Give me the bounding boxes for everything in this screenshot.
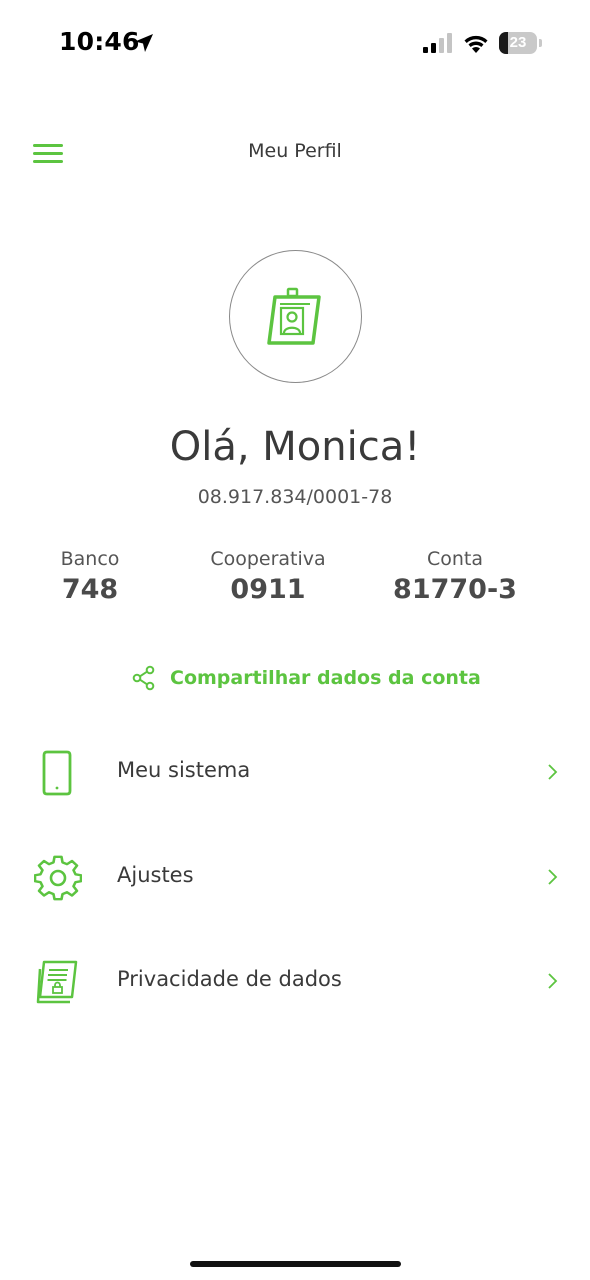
chevron-right-icon <box>548 973 558 989</box>
account-cooperativa: Cooperativa 0911 <box>198 548 338 605</box>
cooperativa-label: Cooperativa <box>210 548 326 570</box>
menu-item-label: Meu sistema <box>117 758 251 782</box>
account-conta: Conta 81770-3 <box>385 548 525 605</box>
home-indicator[interactable] <box>190 1261 401 1267</box>
status-bar: 10:46 23 <box>0 0 590 90</box>
location-arrow-icon <box>135 34 153 52</box>
account-banco: Banco 748 <box>40 548 140 605</box>
conta-value: 81770-3 <box>393 574 517 605</box>
menu-item-privacidade[interactable]: Privacidade de dados <box>0 945 590 1015</box>
battery-level: 23 <box>509 34 527 51</box>
menu-item-meu-sistema[interactable]: Meu sistema <box>0 736 590 806</box>
menu-item-label: Ajustes <box>117 863 194 887</box>
chevron-right-icon <box>548 764 558 780</box>
smartphone-icon <box>42 750 72 796</box>
banco-value: 748 <box>61 574 119 605</box>
document-number: 08.917.834/0001-78 <box>197 486 393 508</box>
page-title: Meu Perfil <box>248 140 342 162</box>
share-account-data-button[interactable]: Compartilhar dados da conta <box>131 662 481 694</box>
wifi-icon <box>464 35 488 53</box>
banco-label: Banco <box>60 548 120 570</box>
signal-icon <box>423 33 452 53</box>
avatar <box>229 250 362 383</box>
share-account-data-label: Compartilhar dados da conta <box>170 667 481 689</box>
battery-icon: 23 <box>499 32 543 54</box>
cooperativa-value: 0911 <box>230 574 306 605</box>
id-badge-icon <box>267 287 321 345</box>
gear-icon <box>34 855 82 901</box>
privacy-document-icon <box>36 960 78 1004</box>
status-time: 10:46 <box>59 27 140 56</box>
menu-item-label: Privacidade de dados <box>117 967 342 991</box>
chevron-right-icon <box>548 869 558 885</box>
menu-item-ajustes[interactable]: Ajustes <box>0 841 590 911</box>
share-icon <box>132 665 155 691</box>
conta-label: Conta <box>426 548 484 570</box>
greeting: Olá, Monica! <box>169 424 421 470</box>
